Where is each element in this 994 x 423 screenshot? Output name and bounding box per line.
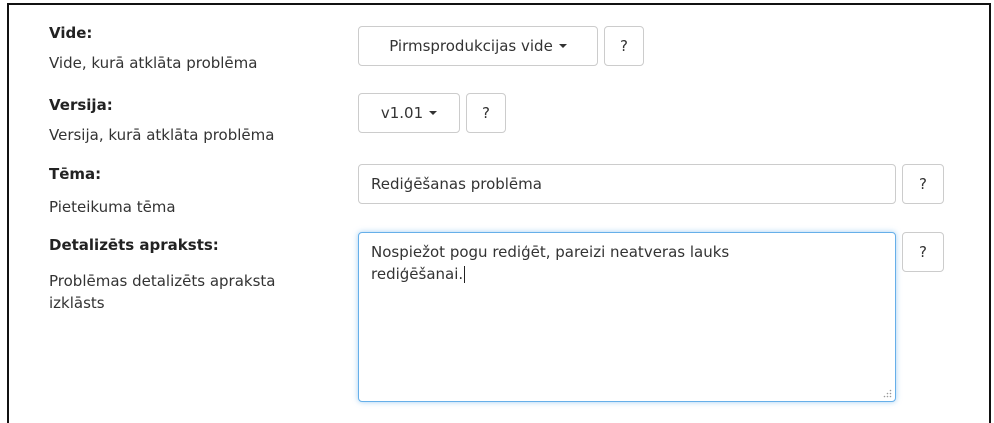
apraksts-label: Detalizēts apraksts: — [49, 236, 219, 254]
apraksts-textarea[interactable]: Nospiežot pogu rediģēt, pareizi neatvera… — [358, 232, 896, 402]
tema-description: Pieteikuma tēma — [49, 198, 176, 216]
versija-dropdown[interactable]: v1.01 — [358, 93, 460, 133]
versija-dropdown-value: v1.01 — [380, 104, 424, 122]
apraksts-textarea-line1: Nospiežot pogu rediģēt, pareizi neatvera… — [371, 243, 730, 261]
vide-dropdown-value: Pirmsprodukcijas vide — [389, 37, 553, 55]
apraksts-description-line2: izklāsts — [49, 294, 105, 312]
text-cursor — [464, 266, 466, 283]
vide-help-button[interactable]: ? — [604, 26, 644, 66]
tema-input-value: Rediģēšanas problēma — [371, 175, 542, 193]
tema-input[interactable]: Rediģēšanas problēma — [358, 164, 896, 204]
resize-grip-icon[interactable] — [882, 388, 892, 398]
versija-label: Versija: — [49, 96, 113, 114]
apraksts-textarea-line2-wrap: rediģēšanai. — [371, 263, 883, 285]
apraksts-help-button[interactable]: ? — [902, 232, 944, 272]
versija-description: Versija, kurā atklāta problēma — [49, 126, 275, 144]
caret-down-icon — [429, 111, 438, 115]
apraksts-textarea-line2: rediģēšanai. — [371, 265, 464, 283]
tema-label: Tēma: — [49, 165, 102, 183]
vide-description: Vide, kurā atklāta problēma — [49, 54, 258, 72]
vide-dropdown[interactable]: Pirmsprodukcijas vide — [358, 26, 598, 66]
versija-help-button[interactable]: ? — [466, 93, 506, 133]
tema-help-button[interactable]: ? — [902, 164, 944, 204]
apraksts-description-line1: Problēmas detalizēts apraksta — [49, 272, 276, 290]
caret-down-icon — [558, 44, 567, 48]
vide-label: Vide: — [49, 24, 93, 42]
